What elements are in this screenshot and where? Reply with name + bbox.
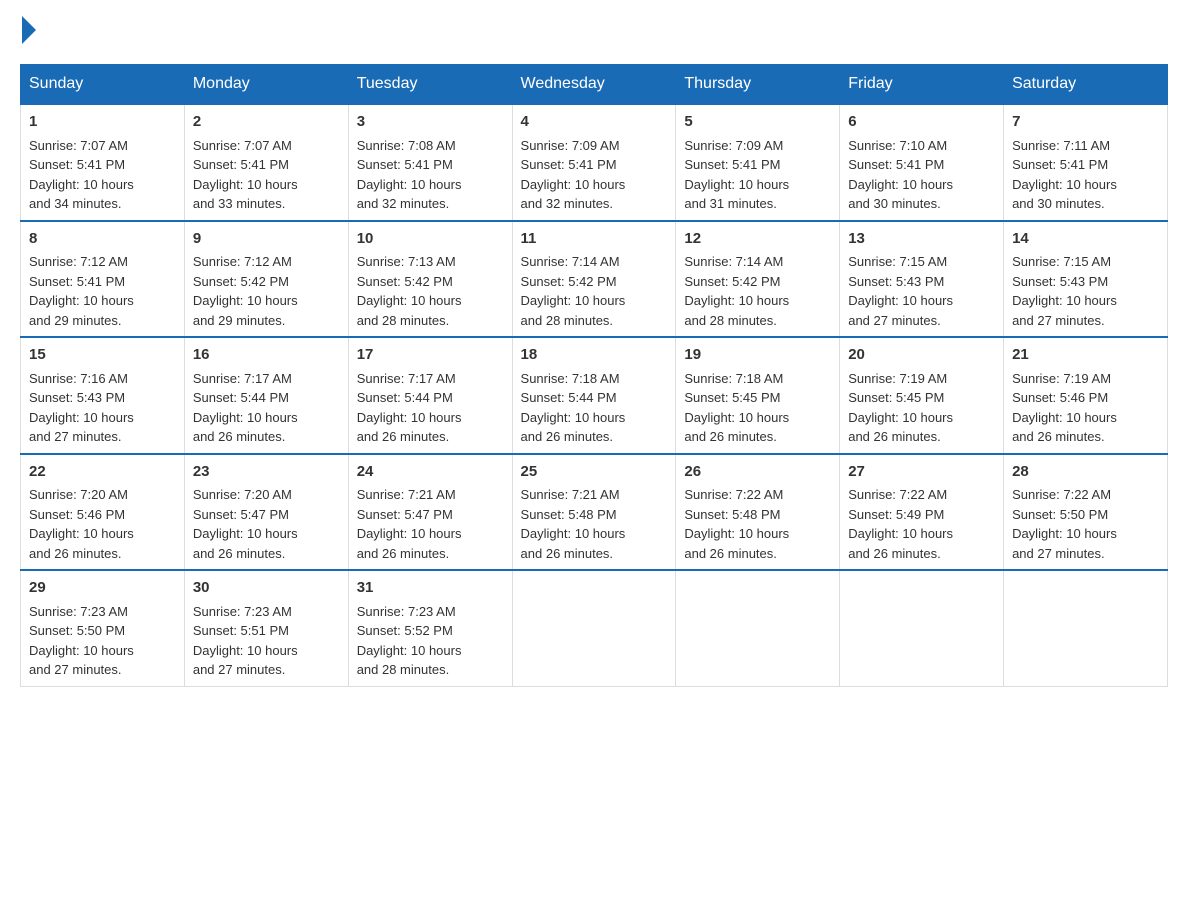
- calendar-header-wednesday: Wednesday: [512, 65, 676, 105]
- day-number: 6: [848, 111, 995, 134]
- calendar-cell: 14Sunrise: 7:15 AMSunset: 5:43 PMDayligh…: [1004, 221, 1168, 338]
- day-number: 5: [684, 111, 831, 134]
- calendar-cell: 15Sunrise: 7:16 AMSunset: 5:43 PMDayligh…: [21, 337, 185, 454]
- calendar-cell: [512, 570, 676, 686]
- day-number: 18: [521, 344, 668, 367]
- day-number: 16: [193, 344, 340, 367]
- calendar-cell: 21Sunrise: 7:19 AMSunset: 5:46 PMDayligh…: [1004, 337, 1168, 454]
- logo: [20, 20, 36, 44]
- day-number: 13: [848, 228, 995, 251]
- calendar-cell: 3Sunrise: 7:08 AMSunset: 5:41 PMDaylight…: [348, 104, 512, 221]
- calendar-cell: 1Sunrise: 7:07 AMSunset: 5:41 PMDaylight…: [21, 104, 185, 221]
- page-header: [20, 20, 1168, 44]
- day-number: 8: [29, 228, 176, 251]
- calendar-cell: 13Sunrise: 7:15 AMSunset: 5:43 PMDayligh…: [840, 221, 1004, 338]
- calendar-cell: 27Sunrise: 7:22 AMSunset: 5:49 PMDayligh…: [840, 454, 1004, 571]
- day-number: 9: [193, 228, 340, 251]
- day-number: 10: [357, 228, 504, 251]
- calendar-header-tuesday: Tuesday: [348, 65, 512, 105]
- calendar-cell: 4Sunrise: 7:09 AMSunset: 5:41 PMDaylight…: [512, 104, 676, 221]
- day-number: 28: [1012, 461, 1159, 484]
- calendar-cell: 19Sunrise: 7:18 AMSunset: 5:45 PMDayligh…: [676, 337, 840, 454]
- calendar-cell: 12Sunrise: 7:14 AMSunset: 5:42 PMDayligh…: [676, 221, 840, 338]
- calendar-header-thursday: Thursday: [676, 65, 840, 105]
- day-number: 21: [1012, 344, 1159, 367]
- day-number: 31: [357, 577, 504, 600]
- day-number: 29: [29, 577, 176, 600]
- calendar-week-row: 8Sunrise: 7:12 AMSunset: 5:41 PMDaylight…: [21, 221, 1168, 338]
- calendar-cell: 6Sunrise: 7:10 AMSunset: 5:41 PMDaylight…: [840, 104, 1004, 221]
- calendar-cell: 11Sunrise: 7:14 AMSunset: 5:42 PMDayligh…: [512, 221, 676, 338]
- day-number: 27: [848, 461, 995, 484]
- calendar-cell: 8Sunrise: 7:12 AMSunset: 5:41 PMDaylight…: [21, 221, 185, 338]
- day-number: 19: [684, 344, 831, 367]
- calendar-cell: 29Sunrise: 7:23 AMSunset: 5:50 PMDayligh…: [21, 570, 185, 686]
- logo-arrow-icon: [22, 16, 36, 44]
- day-number: 20: [848, 344, 995, 367]
- calendar-table: SundayMondayTuesdayWednesdayThursdayFrid…: [20, 64, 1168, 687]
- day-number: 3: [357, 111, 504, 134]
- day-number: 26: [684, 461, 831, 484]
- calendar-cell: 26Sunrise: 7:22 AMSunset: 5:48 PMDayligh…: [676, 454, 840, 571]
- calendar-cell: 30Sunrise: 7:23 AMSunset: 5:51 PMDayligh…: [184, 570, 348, 686]
- day-number: 30: [193, 577, 340, 600]
- calendar-cell: 20Sunrise: 7:19 AMSunset: 5:45 PMDayligh…: [840, 337, 1004, 454]
- day-number: 4: [521, 111, 668, 134]
- calendar-cell: 31Sunrise: 7:23 AMSunset: 5:52 PMDayligh…: [348, 570, 512, 686]
- day-number: 25: [521, 461, 668, 484]
- calendar-cell: 28Sunrise: 7:22 AMSunset: 5:50 PMDayligh…: [1004, 454, 1168, 571]
- calendar-cell: 17Sunrise: 7:17 AMSunset: 5:44 PMDayligh…: [348, 337, 512, 454]
- calendar-cell: 23Sunrise: 7:20 AMSunset: 5:47 PMDayligh…: [184, 454, 348, 571]
- calendar-header-monday: Monday: [184, 65, 348, 105]
- calendar-cell: 7Sunrise: 7:11 AMSunset: 5:41 PMDaylight…: [1004, 104, 1168, 221]
- calendar-cell: 9Sunrise: 7:12 AMSunset: 5:42 PMDaylight…: [184, 221, 348, 338]
- calendar-week-row: 22Sunrise: 7:20 AMSunset: 5:46 PMDayligh…: [21, 454, 1168, 571]
- day-number: 1: [29, 111, 176, 134]
- day-number: 17: [357, 344, 504, 367]
- day-number: 7: [1012, 111, 1159, 134]
- calendar-cell: 25Sunrise: 7:21 AMSunset: 5:48 PMDayligh…: [512, 454, 676, 571]
- calendar-week-row: 29Sunrise: 7:23 AMSunset: 5:50 PMDayligh…: [21, 570, 1168, 686]
- day-number: 24: [357, 461, 504, 484]
- day-number: 12: [684, 228, 831, 251]
- calendar-week-row: 1Sunrise: 7:07 AMSunset: 5:41 PMDaylight…: [21, 104, 1168, 221]
- day-number: 2: [193, 111, 340, 134]
- calendar-cell: 24Sunrise: 7:21 AMSunset: 5:47 PMDayligh…: [348, 454, 512, 571]
- day-number: 22: [29, 461, 176, 484]
- day-number: 23: [193, 461, 340, 484]
- calendar-cell: 10Sunrise: 7:13 AMSunset: 5:42 PMDayligh…: [348, 221, 512, 338]
- calendar-header-friday: Friday: [840, 65, 1004, 105]
- calendar-cell: 22Sunrise: 7:20 AMSunset: 5:46 PMDayligh…: [21, 454, 185, 571]
- calendar-cell: 2Sunrise: 7:07 AMSunset: 5:41 PMDaylight…: [184, 104, 348, 221]
- calendar-header-saturday: Saturday: [1004, 65, 1168, 105]
- calendar-cell: [676, 570, 840, 686]
- calendar-cell: 16Sunrise: 7:17 AMSunset: 5:44 PMDayligh…: [184, 337, 348, 454]
- calendar-week-row: 15Sunrise: 7:16 AMSunset: 5:43 PMDayligh…: [21, 337, 1168, 454]
- calendar-cell: 5Sunrise: 7:09 AMSunset: 5:41 PMDaylight…: [676, 104, 840, 221]
- calendar-cell: [840, 570, 1004, 686]
- day-number: 14: [1012, 228, 1159, 251]
- calendar-header-sunday: Sunday: [21, 65, 185, 105]
- calendar-body: 1Sunrise: 7:07 AMSunset: 5:41 PMDaylight…: [21, 104, 1168, 686]
- calendar-cell: [1004, 570, 1168, 686]
- day-number: 11: [521, 228, 668, 251]
- calendar-cell: 18Sunrise: 7:18 AMSunset: 5:44 PMDayligh…: [512, 337, 676, 454]
- day-number: 15: [29, 344, 176, 367]
- calendar-header-row: SundayMondayTuesdayWednesdayThursdayFrid…: [21, 65, 1168, 105]
